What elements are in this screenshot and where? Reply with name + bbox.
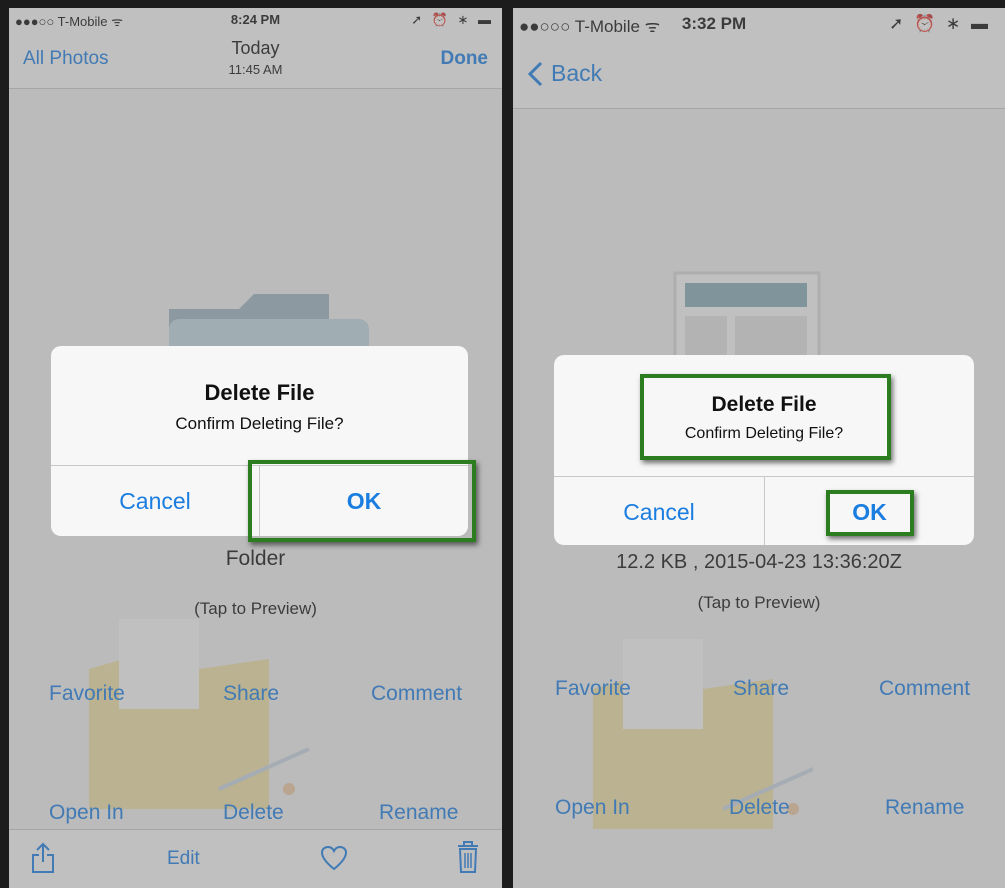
alert-cancel-button[interactable]: Cancel bbox=[51, 488, 259, 515]
right-phone-screen: 12.2 KB , 2015-04-23 13:36:20Z (Tap to P… bbox=[513, 8, 1005, 888]
alert-title: Delete File bbox=[204, 380, 315, 405]
alert-cancel-button[interactable]: Cancel bbox=[554, 499, 764, 526]
ok-button-highlight bbox=[248, 460, 476, 542]
alert-text-highlight bbox=[640, 374, 891, 460]
left-phone-screen: Folder (Tap to Preview) Favorite Share C… bbox=[9, 8, 502, 888]
ok-button-highlight bbox=[826, 490, 914, 536]
alert-message: Confirm Deleting File? bbox=[175, 414, 344, 433]
